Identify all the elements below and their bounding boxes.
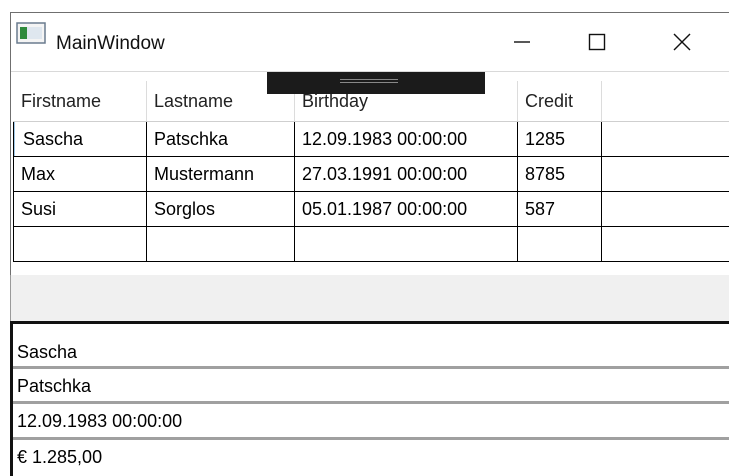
cell-lastname[interactable]: Mustermann: [146, 157, 294, 191]
cell-firstname[interactable]: Max: [13, 157, 146, 191]
cell-lastname[interactable]: Sorglos: [146, 192, 294, 226]
firstname-field[interactable]: Sascha: [13, 338, 729, 366]
maximize-button[interactable]: [570, 13, 624, 71]
field-divider: [13, 401, 729, 404]
window-title: MainWindow: [56, 33, 165, 54]
field-divider: [13, 437, 729, 440]
minimize-icon: [514, 41, 530, 43]
cell-firstname[interactable]: Susi: [13, 192, 146, 226]
background-strip: [0, 0, 729, 12]
cell-birthday[interactable]: 12.09.1983 00:00:00: [294, 122, 517, 156]
grid-empty-area: [10, 275, 729, 321]
table-row[interactable]: Susi Sorglos 05.01.1987 00:00:00 587: [13, 192, 729, 227]
cell-credit[interactable]: [517, 227, 601, 261]
grid-line: [294, 122, 295, 262]
field-divider: [13, 366, 729, 369]
maximize-icon: [588, 33, 606, 51]
column-header-firstname[interactable]: Firstname: [13, 81, 146, 121]
cell-lastname[interactable]: [146, 227, 294, 261]
cell-credit[interactable]: 8785: [517, 157, 601, 191]
new-row-placeholder[interactable]: [13, 227, 729, 262]
column-header-credit[interactable]: Credit: [517, 81, 601, 121]
minimize-button[interactable]: [495, 13, 549, 71]
table-row[interactable]: Max Mustermann 27.03.1991 00:00:00 8785: [13, 157, 729, 192]
app-icon: [16, 22, 46, 44]
lastname-field[interactable]: Patschka: [13, 372, 729, 400]
grip-line: [340, 82, 398, 83]
credit-field[interactable]: € 1.285,00: [13, 443, 729, 471]
grid-line: [13, 122, 14, 262]
cell-birthday[interactable]: 05.01.1987 00:00:00: [294, 192, 517, 226]
birthday-field[interactable]: 12.09.1983 00:00:00: [13, 407, 729, 435]
drag-handle[interactable]: [267, 72, 485, 94]
cell-firstname[interactable]: Sascha: [13, 122, 146, 156]
close-icon: [673, 33, 691, 51]
cell-lastname[interactable]: Patschka: [146, 122, 294, 156]
grid-line: [146, 122, 147, 262]
cell-birthday[interactable]: 27.03.1991 00:00:00: [294, 157, 517, 191]
header-divider: [146, 81, 147, 121]
grid-line: [517, 122, 518, 262]
table-row[interactable]: Sascha Patschka 12.09.1983 00:00:00 1285: [13, 122, 729, 157]
cell-birthday[interactable]: [294, 227, 517, 261]
cell-firstname[interactable]: [13, 227, 146, 261]
grip-line: [340, 79, 398, 80]
cell-credit[interactable]: 587: [517, 192, 601, 226]
grid-line: [601, 122, 602, 262]
header-divider: [601, 81, 602, 121]
header-divider: [517, 81, 518, 121]
cell-credit[interactable]: 1285: [517, 122, 601, 156]
close-button[interactable]: [655, 13, 709, 71]
